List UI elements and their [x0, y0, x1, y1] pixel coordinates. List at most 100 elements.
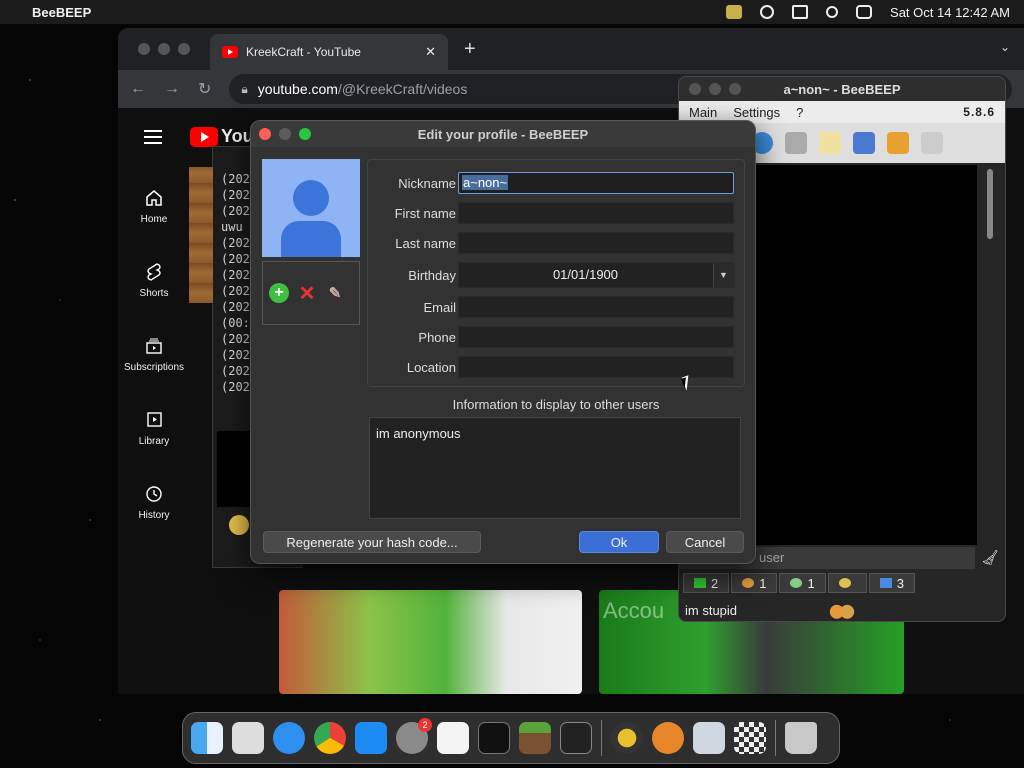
status-tab-chats[interactable]: 1 — [779, 573, 826, 593]
nickname-field[interactable]: a~non~ — [458, 172, 734, 194]
chrome-icon[interactable] — [314, 722, 346, 754]
browser-tab-youtube[interactable]: KreekCraft - YouTube ✕ — [210, 34, 448, 70]
beebeep-title-bar: a~non~ - BeeBEEP — [679, 77, 1005, 101]
regenerate-hash-button[interactable]: Regenerate your hash code... — [263, 531, 481, 553]
chevron-down-icon[interactable]: ▼ — [713, 263, 733, 287]
trash-icon[interactable] — [785, 722, 817, 754]
home-icon — [144, 188, 164, 208]
last-name-field[interactable] — [458, 232, 734, 254]
library-icon — [144, 410, 164, 430]
control-center-icon[interactable] — [856, 5, 873, 19]
close-window-button[interactable] — [138, 43, 150, 55]
safari-icon[interactable] — [273, 722, 305, 754]
menu-help[interactable]: ? — [796, 105, 803, 120]
menu-bar-app-name[interactable]: BeeBEEP — [32, 5, 91, 20]
menu-bar-clock[interactable]: Sat Oct 14 12:42 AM — [890, 5, 1010, 20]
version-label: 5.8.6 — [963, 105, 995, 119]
email-field[interactable] — [458, 296, 734, 318]
menu-settings[interactable]: Settings — [733, 105, 780, 120]
bee-status-icon[interactable] — [726, 5, 743, 19]
url-path: /@KreekCraft/videos — [337, 81, 468, 97]
last-name-row: Last name — [368, 232, 746, 256]
location-field[interactable] — [458, 356, 734, 378]
hamburger-menu-icon[interactable] — [144, 130, 162, 148]
edit-profile-dialog: Edit your profile - BeeBEEP + ✕ ✎ Nickna… — [250, 120, 756, 564]
menu-bar: BeeBEEP Sat Oct 14 12:42 AM — [0, 0, 1024, 24]
youtube-play-icon — [190, 126, 218, 147]
back-button[interactable]: ← — [130, 80, 146, 98]
birthday-value: 01/01/1900 — [552, 267, 619, 282]
status-tab-computers[interactable]: 2 — [683, 573, 730, 593]
textedit-icon[interactable] — [437, 722, 469, 754]
sidebar-item-library[interactable]: Library — [118, 410, 190, 447]
users-icon — [829, 603, 855, 621]
phone-field[interactable] — [458, 326, 734, 348]
status-tab-groups[interactable] — [827, 573, 867, 593]
nickname-label: Nickname — [398, 176, 456, 191]
downloads-icon[interactable] — [652, 722, 684, 754]
status-message[interactable]: im stupid — [685, 603, 737, 618]
dialog-title-bar: Edit your profile - BeeBEEP — [251, 121, 755, 147]
ok-button[interactable]: Ok — [579, 531, 659, 553]
minimize-window-button[interactable] — [158, 43, 170, 55]
clear-filter-icon[interactable]: 🧹︎ — [981, 549, 999, 566]
system-settings-icon[interactable]: 2 — [396, 718, 432, 754]
wood-texture-image — [189, 167, 213, 303]
site-info-icon[interactable]: 🔒︎ — [241, 82, 247, 97]
spotlight-search-icon[interactable] — [826, 6, 839, 18]
status-tab-files[interactable]: 3 — [868, 573, 915, 593]
first-name-field[interactable] — [458, 202, 734, 224]
reload-button[interactable]: ↻ — [198, 79, 211, 99]
folder-share-icon[interactable] — [887, 132, 909, 154]
mailbox-icon[interactable] — [785, 132, 807, 154]
emoji-icon[interactable] — [229, 515, 249, 535]
close-tab-icon[interactable]: ✕ — [425, 44, 436, 60]
sidebar-item-subscriptions[interactable]: Subscriptions — [118, 336, 190, 373]
creative-cloud-icon[interactable] — [760, 5, 775, 19]
beebeep-icon[interactable] — [611, 722, 643, 754]
last-name-label: Last name — [395, 236, 456, 251]
cancel-button[interactable]: Cancel — [666, 531, 744, 553]
group-icon — [838, 578, 851, 588]
minecraft-icon[interactable] — [519, 722, 551, 754]
birthday-label: Birthday — [408, 268, 456, 283]
birthday-date-picker[interactable]: 01/01/1900 ▼ — [458, 262, 734, 288]
remove-photo-icon[interactable]: ✕ — [297, 283, 317, 305]
terminal-icon[interactable] — [478, 722, 510, 754]
status-tab-users[interactable]: 1 — [731, 573, 778, 593]
sidebar-item-history[interactable]: History — [118, 484, 190, 521]
scrollbar[interactable] — [977, 165, 1005, 545]
sidebar-item-home[interactable]: Home — [118, 188, 190, 225]
sidebar-item-shorts[interactable]: Shorts — [118, 262, 190, 299]
screen-mirroring-icon[interactable] — [792, 5, 809, 19]
menu-main[interactable]: Main — [689, 105, 717, 120]
phone-label: Phone — [418, 330, 456, 345]
note-edit-icon[interactable] — [819, 132, 841, 154]
beebeep-status-tabs: 2 1 1 3 — [679, 573, 1005, 595]
zoom-window-button[interactable] — [178, 43, 190, 55]
forward-button[interactable]: → — [164, 80, 180, 98]
first-name-row: First name — [368, 202, 746, 226]
files-icon — [879, 578, 892, 588]
plugins-icon[interactable] — [853, 132, 875, 154]
youtube-favicon-icon — [222, 46, 238, 58]
tab-search-chevron-icon[interactable]: ⌄ — [1000, 40, 1010, 54]
settings-gear-icon[interactable] — [693, 722, 725, 754]
chess-icon[interactable] — [734, 722, 766, 754]
launchpad-icon[interactable] — [232, 722, 264, 754]
profile-form: Nickname a~non~ First name Last name Bir… — [367, 159, 745, 387]
computer-icon — [694, 578, 706, 588]
clear-icon[interactable] — [921, 132, 943, 154]
app-store-icon[interactable] — [355, 722, 387, 754]
youtube-logo[interactable]: You — [190, 126, 254, 147]
finder-icon[interactable] — [191, 722, 223, 754]
change-color-icon[interactable]: ✎ — [325, 283, 345, 303]
birthday-row: Birthday 01/01/1900 ▼ — [368, 262, 746, 288]
beebeep-alt-icon[interactable] — [560, 722, 592, 754]
video-thumbnail[interactable] — [279, 590, 582, 694]
info-textarea[interactable]: im anonymous — [369, 417, 741, 519]
new-tab-button[interactable]: + — [464, 38, 476, 61]
nickname-row: Nickname a~non~ — [368, 172, 746, 196]
subscriptions-icon — [144, 336, 164, 356]
add-photo-icon[interactable]: + — [269, 283, 289, 303]
